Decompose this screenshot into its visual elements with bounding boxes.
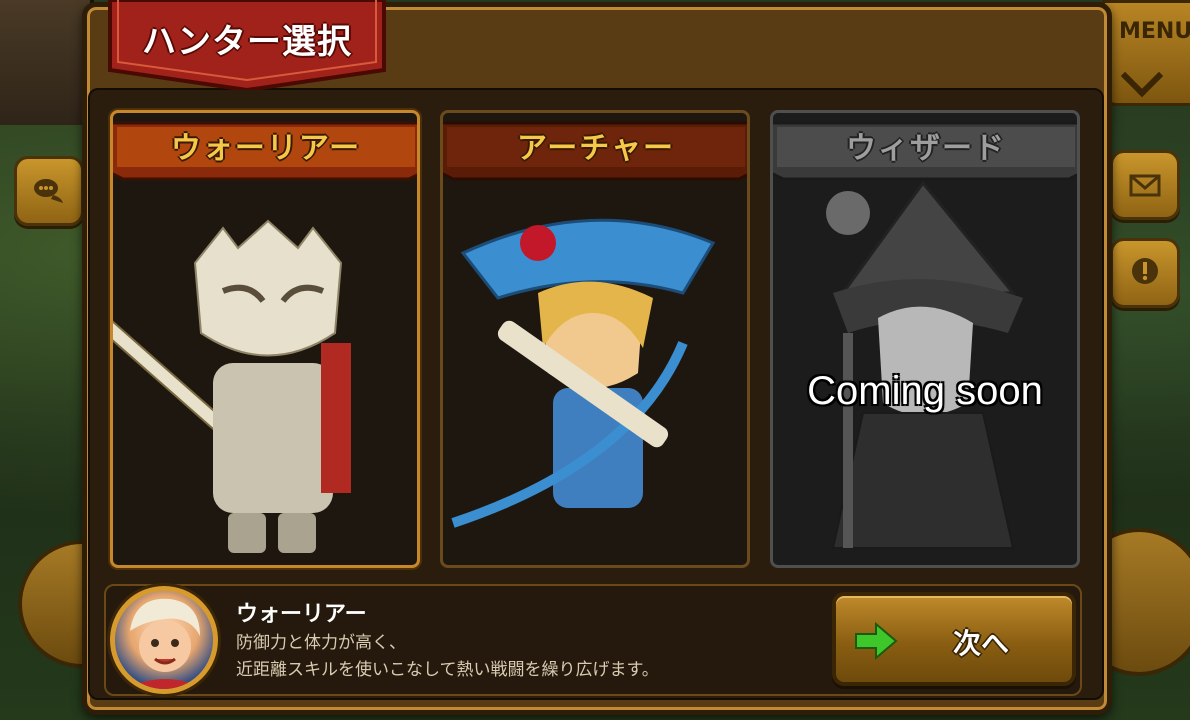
- archer-character-art: [451, 218, 716, 528]
- chat-bubbles-icon: [34, 179, 63, 203]
- description-line: 防御力と体力が高く、: [236, 633, 406, 653]
- hunter-card-warrior[interactable]: ウォーリアー: [110, 110, 420, 568]
- menu-label: MENU: [1119, 19, 1190, 44]
- page-title: ハンター選択: [142, 22, 352, 62]
- hunter-name-archer: アーチャー: [517, 131, 675, 166]
- warrior-character-art: [113, 219, 351, 553]
- hunter-name-warrior: ウォーリアー: [170, 131, 362, 166]
- selected-hunter-description: 防御力と体力が高く、 近距離スキルを使いこなして熱い戦闘を繰り広げます。: [236, 630, 659, 684]
- menu-button[interactable]: MENU: [1102, 0, 1190, 106]
- next-button[interactable]: 次へ: [832, 592, 1076, 686]
- chevron-down-icon: [1120, 54, 1164, 98]
- notice-button[interactable]: [1110, 238, 1180, 308]
- hunter-card-wizard: ウィザード Coming soon: [770, 110, 1080, 568]
- coming-soon-label: Coming soon: [807, 369, 1043, 413]
- selected-hunter-name: ウォーリアー: [236, 602, 367, 627]
- exclamation-bubble-icon: [1132, 258, 1158, 284]
- wooden-sign: [0, 0, 94, 125]
- chat-button[interactable]: [14, 156, 84, 226]
- envelope-icon: [1129, 174, 1161, 197]
- hunter-card-archer[interactable]: アーチャー: [440, 110, 750, 568]
- mail-button[interactable]: [1110, 150, 1180, 220]
- hunter-name-wizard: ウィザード: [846, 131, 1006, 166]
- description-line: 近距離スキルを使いこなして熱い戦闘を繰り広げます。: [236, 660, 659, 680]
- hunter-portrait-avatar: [110, 586, 218, 694]
- next-button-label: 次へ: [952, 627, 1009, 660]
